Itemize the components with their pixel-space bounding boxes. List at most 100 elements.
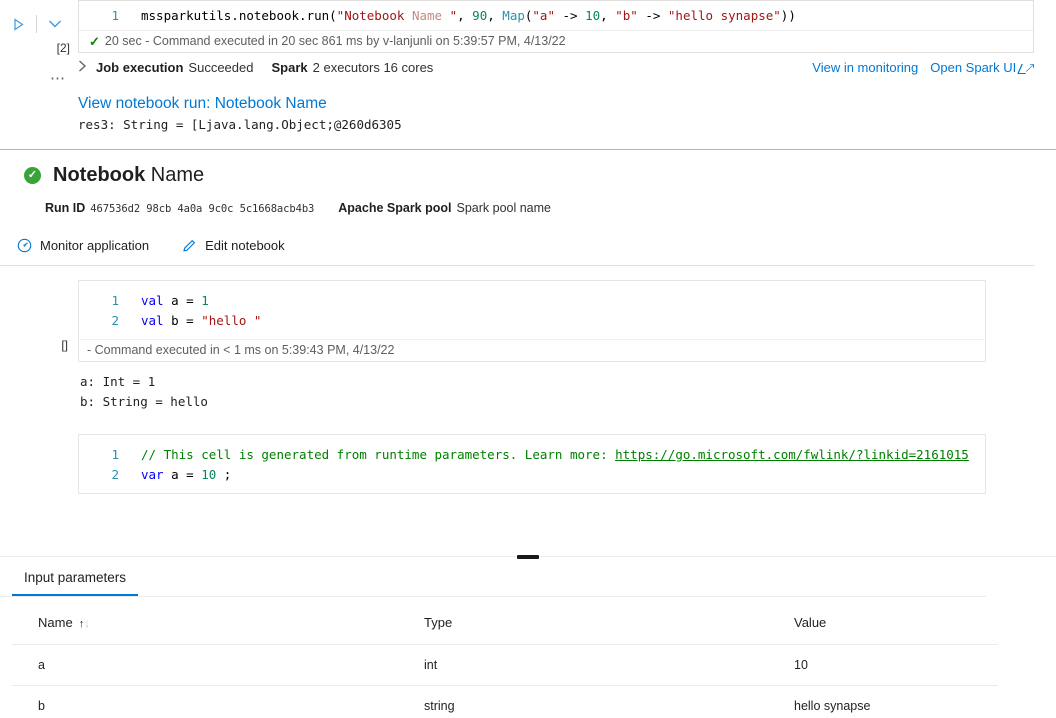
meta-spark-pool: Apache Spark pool Spark pool name [338, 201, 551, 215]
code-token: 10 [201, 467, 216, 482]
tab-input-parameters[interactable]: Input parameters [12, 560, 138, 596]
code-token: val [141, 293, 164, 308]
parent-cell-gutter-icons [0, 14, 78, 34]
line-number: 2 [79, 311, 125, 331]
code-token: , [457, 8, 472, 23]
code-token: "hello " [201, 313, 261, 328]
code-token: "a" [532, 8, 555, 23]
line-number: 1 [79, 291, 125, 311]
parent-cell-gutter: [2] ⋯ [0, 0, 78, 87]
line-number: 2 [79, 465, 125, 485]
inner-cell-2-code-area[interactable]: 1 // This cell is generated from runtime … [79, 435, 985, 493]
code-token: 90 [472, 8, 487, 23]
gutter-divider [36, 15, 37, 33]
code-token: // This cell is generated from runtime p… [141, 447, 615, 462]
parent-cell-index: [2] [0, 41, 78, 55]
bottom-tabbar: Input parameters [0, 560, 986, 597]
meta-spark-pool-value: Spark pool name [457, 201, 552, 215]
meta-run-id: Run ID 467536d2 98cb 4a0a 9c0c 5c1668acb4… [45, 201, 314, 215]
open-spark-ui-label: Open Spark UI [930, 60, 1016, 75]
parent-code-area[interactable]: 1 mssparkutils.notebook.run("Notebook Na… [79, 1, 1033, 30]
code-token: 10 [585, 8, 600, 23]
param-type-cell: string [398, 686, 768, 718]
parent-cell-status: ✓ 20 sec - Command executed in 20 sec 86… [79, 30, 1033, 52]
code-token: "b" [615, 8, 638, 23]
code-line: 2var a = 10 ; [79, 465, 985, 485]
success-check-circle-icon: ✓ [24, 167, 41, 184]
monitor-application-label: Monitor application [40, 238, 149, 253]
notebook-title-normal: Name [151, 164, 204, 186]
parent-code-cell[interactable]: 1 mssparkutils.notebook.run("Notebook Na… [78, 0, 1034, 53]
inner-cell-1-row: [] 1val a = 12val b = "hello " - Command… [0, 280, 1056, 362]
code-token: b = [164, 313, 202, 328]
code-token: 1 [201, 293, 209, 308]
check-icon: ✓ [89, 35, 100, 48]
ellipsis-icon[interactable]: ⋯ [0, 69, 78, 87]
edit-notebook-button[interactable]: Edit notebook [177, 235, 289, 255]
parent-cell-result-output: res3: String = [Ljava.lang.Object;@260d6… [0, 117, 1056, 132]
chevron-down-icon[interactable] [45, 14, 65, 34]
code-token: -> [555, 8, 585, 23]
inner-code-cell-1[interactable]: 1val a = 12val b = "hello " - Command ex… [78, 280, 986, 362]
inner-cell-2-row: 1 // This cell is generated from runtime … [0, 434, 1056, 494]
input-parameters-table: Name↑↓ Type Value aint10bstringhello syn… [12, 597, 998, 718]
code-token: Map [502, 8, 525, 23]
arrow-down-icon: ↓ [84, 618, 90, 630]
code-line-text: val a = 1 [125, 291, 209, 311]
code-line: 1 // This cell is generated from runtime … [79, 445, 985, 465]
code-token: , [487, 8, 502, 23]
sort-indicator: ↑↓ [79, 618, 90, 630]
edit-notebook-label: Edit notebook [205, 238, 285, 253]
code-token: var [141, 467, 164, 482]
inner-cell-1-status: - Command executed in < 1 ms on 5:39:43 … [79, 339, 985, 361]
notebook-title-row: ✓ Notebook Name [0, 164, 1056, 187]
table-row[interactable]: aint10 [12, 645, 998, 686]
code-token: mssparkutils.notebook.run( [141, 8, 337, 23]
input-parameters-pane: Input parameters Name↑↓ Type Value aint1… [0, 560, 1056, 718]
line-number: 1 [79, 445, 125, 465]
code-token: "Notebook [337, 8, 412, 23]
job-execution-status: Succeeded [188, 60, 253, 75]
param-value-cell: 10 [768, 645, 998, 686]
code-token: " [450, 8, 458, 23]
param-name-cell: a [12, 645, 398, 686]
column-header-name[interactable]: Name↑↓ [12, 597, 398, 645]
table-row[interactable]: bstringhello synapse [12, 686, 998, 718]
notebook-meta-row: Run ID 467536d2 98cb 4a0a 9c0c 5c1668acb4… [0, 201, 1056, 215]
notebook-run-header: ✓ Notebook Name Run ID 467536d2 98cb 4a0a… [0, 150, 1056, 266]
splitter-grip[interactable] [517, 555, 539, 559]
code-line: 1 mssparkutils.notebook.run("Notebook Na… [79, 6, 1033, 26]
code-token: https://go.microsoft.com/fwlink/?linkid=… [615, 447, 969, 462]
job-execution-bar: Job execution Succeeded Spark 2 executor… [78, 60, 1056, 75]
page-title: Notebook Name [53, 164, 204, 187]
meta-spark-pool-key: Apache Spark pool [338, 201, 451, 215]
column-header-type[interactable]: Type [398, 597, 768, 645]
code-token: -> [638, 8, 668, 23]
inner-code-cell-2[interactable]: 1 // This cell is generated from runtime … [78, 434, 986, 494]
inner-cell-1-gutter: [] [0, 280, 78, 352]
code-line-text: mssparkutils.notebook.run("Notebook Name… [125, 6, 796, 26]
section-divider [0, 149, 1056, 150]
code-token: a = [164, 293, 202, 308]
line-number: 1 [79, 6, 125, 26]
code-token: Name [412, 8, 450, 23]
code-token: , [600, 8, 615, 23]
view-notebook-run-link[interactable]: View notebook run: Notebook Name [0, 95, 1056, 113]
open-spark-ui-link[interactable]: Open Spark UI⎳↗ [930, 60, 1034, 75]
param-value-cell: hello synapse [768, 686, 998, 718]
play-triangle-icon[interactable] [8, 14, 28, 34]
param-type-cell: int [398, 645, 768, 686]
code-token: ; [216, 467, 231, 482]
monitor-application-button[interactable]: Monitor application [12, 235, 153, 255]
code-line-text: // This cell is generated from runtime p… [125, 445, 969, 465]
meta-run-id-key: Run ID [45, 201, 85, 215]
meta-run-id-value: 467536d2 98cb 4a0a 9c0c 5c1668acb4b3 [90, 203, 314, 215]
column-header-value[interactable]: Value [768, 597, 998, 645]
inner-cell-1-code-area[interactable]: 1val a = 12val b = "hello " [79, 281, 985, 339]
view-in-monitoring-link[interactable]: View in monitoring [812, 60, 918, 75]
code-line: 2val b = "hello " [79, 311, 985, 331]
chevron-right-icon[interactable] [78, 60, 96, 75]
spark-label: Spark [271, 60, 307, 75]
job-bar-links: View in monitoring Open Spark UI⎳↗ [812, 60, 1034, 75]
table-body: aint10bstringhello synapse [12, 645, 998, 718]
